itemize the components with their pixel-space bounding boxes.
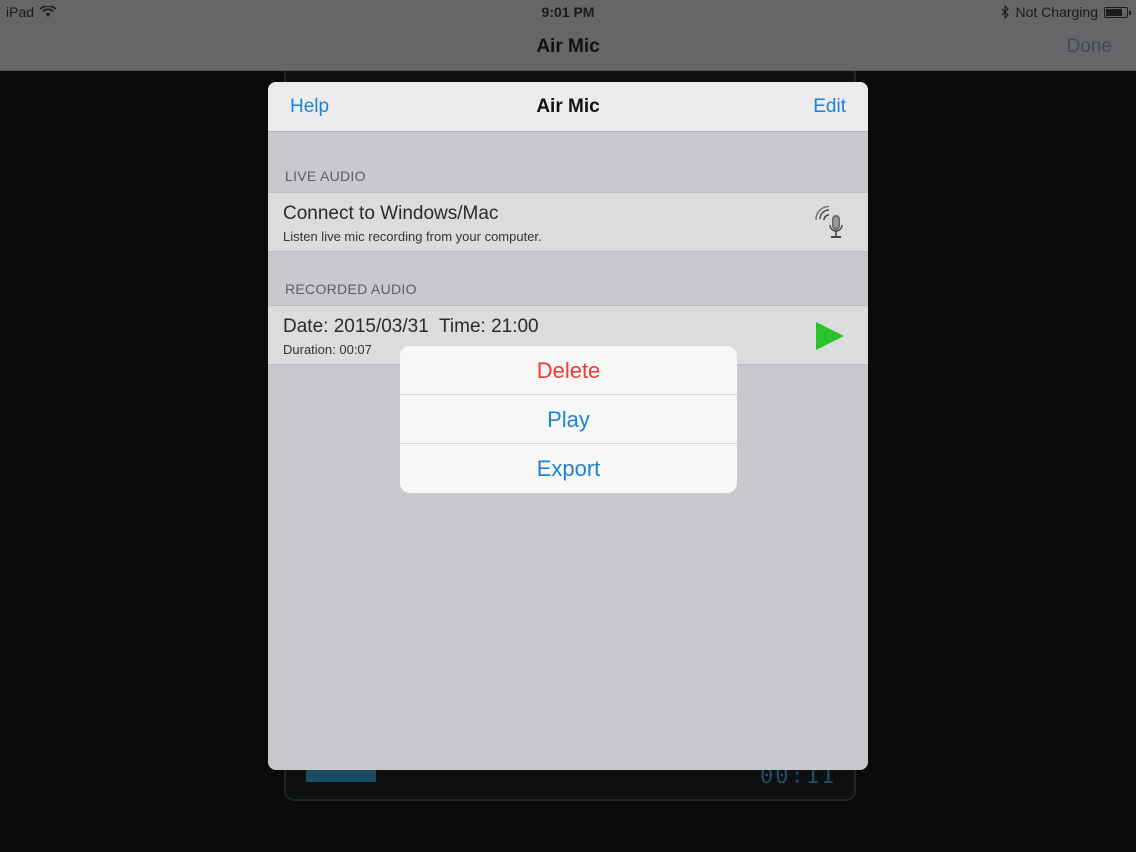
row-subtitle: Listen live mic recording from your comp… bbox=[283, 229, 542, 244]
recording-action-sheet: Delete Play Export bbox=[400, 346, 737, 493]
recording-duration: Duration: 00:07 bbox=[283, 342, 372, 357]
panel-title: Air Mic bbox=[536, 96, 600, 117]
battery-icon bbox=[1104, 6, 1131, 18]
section-header-recorded-audio: RECORDED AUDIO bbox=[285, 281, 417, 297]
export-button[interactable]: Export bbox=[400, 444, 737, 493]
section-header-live-audio: LIVE AUDIO bbox=[285, 168, 366, 184]
bluetooth-icon bbox=[1001, 5, 1009, 19]
delete-button[interactable]: Delete bbox=[400, 346, 737, 395]
status-bar: iPad 9:01 PM Not Charging bbox=[0, 0, 1136, 24]
status-bar-right: Not Charging bbox=[1001, 4, 1131, 20]
row-title: Connect to Windows/Mac bbox=[283, 203, 499, 224]
panel-header: Help Air Mic Edit bbox=[268, 82, 868, 132]
edit-button[interactable]: Edit bbox=[813, 96, 846, 118]
wireless-mic-icon bbox=[815, 205, 843, 238]
play-button[interactable]: Play bbox=[400, 395, 737, 444]
play-icon[interactable] bbox=[816, 322, 844, 350]
navigation-bar: Air Mic Done bbox=[0, 24, 1136, 71]
status-time: 9:01 PM bbox=[541, 4, 595, 20]
charging-status: Not Charging bbox=[1015, 4, 1099, 20]
nav-title: Air Mic bbox=[536, 36, 600, 57]
connect-computer-row[interactable]: Connect to Windows/Mac Listen live mic r… bbox=[268, 192, 868, 252]
done-button[interactable]: Done bbox=[1067, 36, 1112, 58]
background-level-meter bbox=[306, 768, 376, 782]
recording-datetime: Date: 2015/03/31 Time: 21:00 bbox=[283, 316, 539, 337]
